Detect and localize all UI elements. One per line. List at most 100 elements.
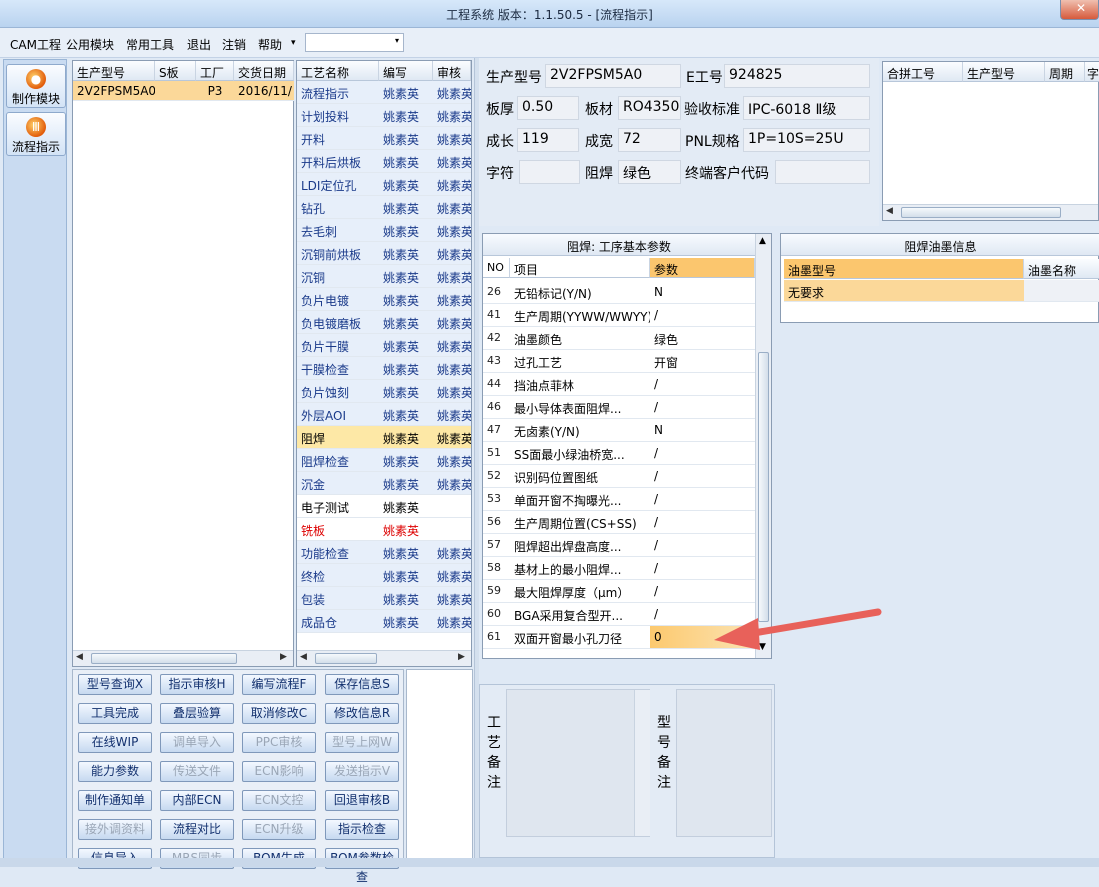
param-no-cell[interactable]: 60: [483, 603, 510, 626]
process-name-cell[interactable]: 计划投料: [297, 104, 379, 127]
process-writer-cell[interactable]: 姚素英: [379, 495, 433, 518]
process-name-cell[interactable]: 沉金: [297, 472, 379, 495]
action-button[interactable]: 内部ECN: [160, 790, 234, 811]
action-button[interactable]: 工具完成: [78, 703, 152, 724]
param-no-cell[interactable]: 26: [483, 281, 510, 304]
process-name-cell[interactable]: 阻焊检查: [297, 449, 379, 472]
remark-vscroll[interactable]: [634, 690, 650, 836]
process-auditor-cell[interactable]: 姚素英: [433, 196, 471, 219]
prod-model-field[interactable]: 2V2FPSM5A0: [545, 64, 681, 88]
action-button[interactable]: 编写流程F: [242, 674, 316, 695]
process-writer-cell[interactable]: 姚素英: [379, 288, 433, 311]
param-value-cell[interactable]: /: [650, 511, 755, 534]
process-name-cell[interactable]: 包装: [297, 587, 379, 610]
col-header-ink-model[interactable]: 油墨型号: [784, 259, 1024, 279]
process-name-cell[interactable]: 钻孔: [297, 196, 379, 219]
customer-field[interactable]: [775, 160, 870, 184]
process-name-cell[interactable]: 铣板: [297, 518, 379, 541]
param-item-cell[interactable]: SS面最小绿油桥宽...: [510, 442, 650, 465]
process-name-cell[interactable]: 开料后烘板: [297, 150, 379, 173]
menu-cam[interactable]: CAM工程: [10, 36, 61, 53]
param-item-cell[interactable]: 阻焊超出焊盘高度...: [510, 534, 650, 557]
param-no-cell[interactable]: 59: [483, 580, 510, 603]
action-button[interactable]: 型号查询X: [78, 674, 152, 695]
process-name-cell[interactable]: LDI定位孔: [297, 173, 379, 196]
action-button[interactable]: 制作通知单: [78, 790, 152, 811]
param-no-cell[interactable]: 53: [483, 488, 510, 511]
process-auditor-cell[interactable]: 姚素英: [433, 150, 471, 173]
process-name-cell[interactable]: 负片蚀刻: [297, 380, 379, 403]
param-no-cell[interactable]: 42: [483, 327, 510, 350]
nav-flow-guide[interactable]: Ⅲ 流程指示: [6, 112, 66, 156]
process-auditor-cell[interactable]: 姚素英: [433, 587, 471, 610]
action-button[interactable]: 能力参数: [78, 761, 152, 782]
menu-tools[interactable]: 常用工具: [126, 36, 174, 53]
param-value-cell[interactable]: /: [650, 557, 755, 580]
col-header-model[interactable]: 生产型号: [73, 61, 155, 81]
process-auditor-cell[interactable]: 姚素英: [433, 403, 471, 426]
param-no-cell[interactable]: 44: [483, 373, 510, 396]
param-item-cell[interactable]: 过孔工艺: [510, 350, 650, 373]
process-writer-cell[interactable]: 姚素英: [379, 380, 433, 403]
process-auditor-cell[interactable]: 姚素英: [433, 311, 471, 334]
process-writer-cell[interactable]: 姚素英: [379, 219, 433, 242]
action-button[interactable]: 指示审核H: [160, 674, 234, 695]
param-item-cell[interactable]: 无铅标记(Y/N): [510, 281, 650, 304]
process-auditor-cell[interactable]: 姚素英: [433, 564, 471, 587]
param-value-cell[interactable]: /: [650, 465, 755, 488]
scroll-thumb[interactable]: [315, 653, 377, 664]
menu-help[interactable]: 帮助: [258, 36, 282, 53]
action-button[interactable]: 型号上网W: [325, 732, 399, 753]
scroll-thumb[interactable]: [758, 352, 769, 622]
process-auditor-cell[interactable]: 姚素英: [433, 541, 471, 564]
param-item-cell[interactable]: 生产周期(YYWW/WWYY): [510, 304, 650, 327]
process-auditor-cell[interactable]: 姚素英: [433, 173, 471, 196]
param-item-cell[interactable]: 最小导体表面阻焊...: [510, 396, 650, 419]
col-header-writer[interactable]: 编写: [379, 61, 433, 81]
process-name-cell[interactable]: 流程指示: [297, 81, 379, 104]
menu-logout[interactable]: 注销: [222, 36, 246, 53]
process-auditor-cell[interactable]: 姚素英: [433, 426, 471, 449]
col-header-combine-model[interactable]: 生产型号: [963, 62, 1045, 82]
process-auditor-cell[interactable]: [433, 518, 471, 541]
param-no-cell[interactable]: 43: [483, 350, 510, 373]
process-writer-cell[interactable]: 姚素英: [379, 173, 433, 196]
process-auditor-cell[interactable]: 姚素英: [433, 380, 471, 403]
toolbar-combo[interactable]: ▾: [305, 33, 404, 52]
material-field[interactable]: RO4350B: [618, 96, 681, 120]
action-button[interactable]: 调单导入: [160, 732, 234, 753]
action-button[interactable]: 修改信息R: [325, 703, 399, 724]
action-button[interactable]: 叠层验算: [160, 703, 234, 724]
process-writer-cell[interactable]: 姚素英: [379, 472, 433, 495]
process-auditor-cell[interactable]: 姚素英: [433, 449, 471, 472]
action-button[interactable]: 流程对比: [160, 819, 234, 840]
param-item-cell[interactable]: BGA采用复合型开...: [510, 603, 650, 626]
col-header-s-board[interactable]: S板: [155, 61, 196, 81]
ink-model-cell[interactable]: 无要求: [784, 280, 1024, 302]
process-auditor-cell[interactable]: 姚素英: [433, 288, 471, 311]
param-value-cell[interactable]: /: [650, 304, 755, 327]
process-writer-cell[interactable]: 姚素英: [379, 127, 433, 150]
col-header-item[interactable]: 项目: [510, 258, 650, 278]
action-button[interactable]: 取消修改C: [242, 703, 316, 724]
param-item-cell[interactable]: 基材上的最小阻焊...: [510, 557, 650, 580]
param-item-cell[interactable]: 最大阻焊厚度（μm）: [510, 580, 650, 603]
scroll-up-icon[interactable]: ▲: [759, 236, 766, 246]
process-name-cell[interactable]: 外层AOI: [297, 403, 379, 426]
e-no-field[interactable]: 924825: [724, 64, 870, 88]
process-auditor-cell[interactable]: 姚素英: [433, 104, 471, 127]
col-header-ink-name[interactable]: 油墨名称: [1024, 259, 1099, 279]
char-field[interactable]: [519, 160, 580, 184]
process-auditor-cell[interactable]: 姚素英: [433, 219, 471, 242]
close-button[interactable]: ✕: [1060, 0, 1099, 20]
process-writer-cell[interactable]: 姚素英: [379, 334, 433, 357]
param-item-cell[interactable]: 单面开窗不掏曝光...: [510, 488, 650, 511]
scroll-left-icon[interactable]: ◀: [886, 206, 893, 216]
col-header-value[interactable]: 参数: [650, 258, 755, 278]
param-item-cell[interactable]: 无卤素(Y/N): [510, 419, 650, 442]
col-header-no[interactable]: NO: [483, 258, 510, 278]
process-auditor-cell[interactable]: 姚素英: [433, 610, 471, 633]
param-no-cell[interactable]: 58: [483, 557, 510, 580]
process-writer-cell[interactable]: 姚素英: [379, 541, 433, 564]
nav-make-module[interactable]: ● 制作模块: [6, 64, 66, 108]
